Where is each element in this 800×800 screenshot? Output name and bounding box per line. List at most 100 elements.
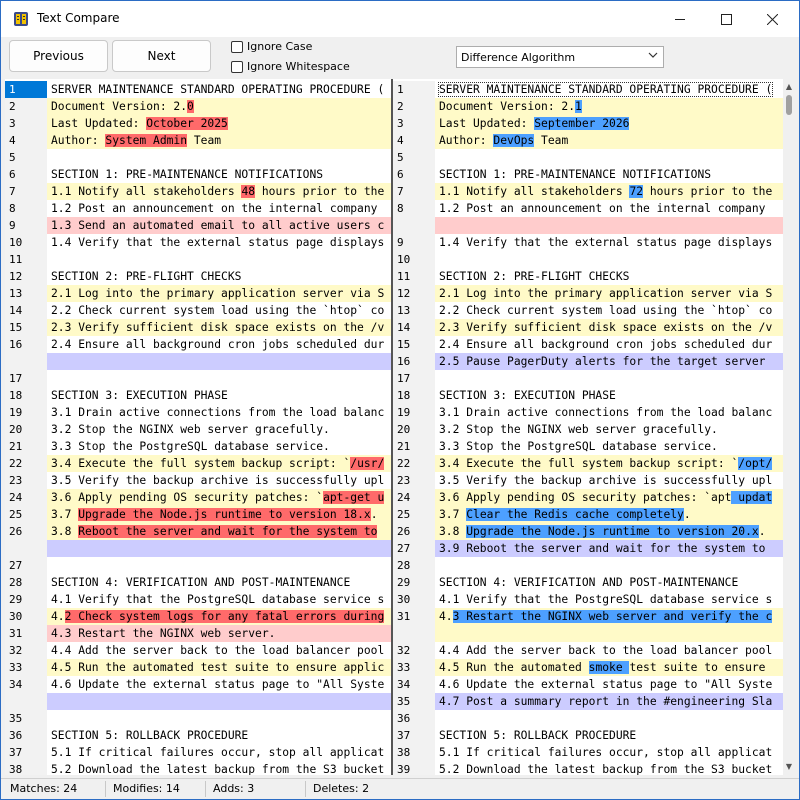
left-line-row[interactable]: 32 4.4 Add the server back to the load ba… [5,642,392,659]
left-line-row[interactable]: 26 3.8 Reboot the server and wait for the… [5,523,392,540]
left-line-row[interactable]: 37 5.1 If critical failures occur, stop a… [5,744,392,761]
right-line-row[interactable] [393,217,783,234]
right-line-row[interactable]: 26 3.8 Upgrade the Node.js runtime to ver… [393,523,783,540]
right-line-row[interactable]: 3 Last Updated: September 2026 [393,115,783,132]
right-line-row[interactable]: 27 3.9 Reboot the server and wait for the… [393,540,783,557]
right-line-row[interactable]: 20 3.2 Stop the NGINX web server graceful… [393,421,783,438]
left-line-row[interactable]: 6 SECTION 1: PRE-MAINTENANCE NOTIFICATION… [5,166,392,183]
right-line-row[interactable]: 38 5.1 If critical failures occur, stop a… [393,744,783,761]
right-line-row[interactable]: 17 [393,370,783,387]
left-text-pane[interactable]: 1 SERVER MAINTENANCE STANDARD OPERATING P… [5,79,392,775]
left-line-row[interactable]: 14 2.2 Check current system load using th… [5,302,392,319]
right-line-row[interactable]: 9 1.4 Verify that the external status pag… [393,234,783,251]
ignore-whitespace-checkbox-box[interactable] [231,60,243,73]
left-line-row[interactable]: 12 SECTION 2: PRE-FLIGHT CHECKS [5,268,392,285]
left-line-row[interactable]: 30 4.2 Check system logs for any fatal er… [5,608,392,625]
vertical-scrollbar[interactable]: ▲ ▼ [783,79,795,775]
maximize-button[interactable] [703,1,749,37]
right-line-row[interactable]: 10 [393,251,783,268]
left-line-row[interactable]: 23 3.5 Verify the backup archive is succe… [5,472,392,489]
right-line-row[interactable]: 29 SECTION 4: VERIFICATION AND POST-MAINT… [393,574,783,591]
left-line-row[interactable]: 7 1.1 Notify all stakeholders 48 hours pr… [5,183,392,200]
right-line-row[interactable]: 22 3.4 Execute the full system backup scr… [393,455,783,472]
left-line-row[interactable]: 4 Author: System Admin Team [5,132,392,149]
right-line-row[interactable]: 4 Author: DevOps Team [393,132,783,149]
left-line-row[interactable]: 22 3.4 Execute the full system backup scr… [5,455,392,472]
algorithm-select[interactable]: Difference Algorithm [456,46,664,68]
left-line-row[interactable]: 34 4.6 Update the external status page to… [5,676,392,693]
left-line-row[interactable]: 13 2.1 Log into the primary application s… [5,285,392,302]
right-line-row[interactable]: 25 3.7 Clear the Redis cache completely. [393,506,783,523]
left-line-row[interactable]: 5 [5,149,392,166]
scroll-down-icon[interactable]: ▼ [783,761,795,773]
right-text-pane[interactable]: 1 SERVER MAINTENANCE STANDARD OPERATING P… [393,79,783,775]
left-line-row[interactable]: 20 3.2 Stop the NGINX web server graceful… [5,421,392,438]
right-line-row[interactable]: 31 4.3 Restart the NGINX web server and v… [393,608,783,625]
left-line-row[interactable]: 11 [5,251,392,268]
left-line-row[interactable]: 33 4.5 Run the automated test suite to en… [5,659,392,676]
left-line-row[interactable]: 19 3.1 Drain active connections from the … [5,404,392,421]
left-line-row[interactable]: 27 [5,557,392,574]
left-line-row[interactable]: 31 4.3 Restart the NGINX web server. [5,625,392,642]
next-button[interactable]: Next [112,40,211,72]
left-line-row[interactable]: 2 Document Version: 2.0 [5,98,392,115]
right-line-row[interactable]: 21 3.3 Stop the PostgreSQL database servi… [393,438,783,455]
right-line-row[interactable]: 14 2.3 Verify sufficient disk space exist… [393,319,783,336]
left-line-row[interactable]: 3 Last Updated: October 2025 [5,115,392,132]
left-line-row[interactable]: 18 SECTION 3: EXECUTION PHASE [5,387,392,404]
right-line-row[interactable]: 13 2.2 Check current system load using th… [393,302,783,319]
left-line-row[interactable]: 1 SERVER MAINTENANCE STANDARD OPERATING P… [5,81,392,98]
ignore-case-checkbox[interactable]: Ignore Case [231,40,312,53]
right-line-row[interactable]: 19 3.1 Drain active connections from the … [393,404,783,421]
ignore-case-checkbox-box[interactable] [231,40,243,53]
right-line-row[interactable]: 6 SECTION 1: PRE-MAINTENANCE NOTIFICATION… [393,166,783,183]
right-line-row[interactable]: 34 4.6 Update the external status page to… [393,676,783,693]
right-line-row[interactable]: 8 1.2 Post an announcement on the interna… [393,200,783,217]
left-line-row[interactable] [5,540,392,557]
left-line-row[interactable]: 10 1.4 Verify that the external status pa… [5,234,392,251]
right-line-row[interactable]: 24 3.6 Apply pending OS security patches:… [393,489,783,506]
left-line-row[interactable] [5,353,392,370]
right-line-row[interactable]: 16 2.5 Pause PagerDuty alerts for the tar… [393,353,783,370]
left-line-row[interactable]: 21 3.3 Stop the PostgreSQL database servi… [5,438,392,455]
right-line-row[interactable]: 30 4.1 Verify that the PostgreSQL databas… [393,591,783,608]
minimize-button[interactable] [657,1,703,37]
right-line-row[interactable]: 15 2.4 Ensure all background cron jobs sc… [393,336,783,353]
right-line-row[interactable] [393,625,783,642]
right-line-row[interactable]: 32 4.4 Add the server back to the load ba… [393,642,783,659]
right-line-number: 4 [393,132,435,149]
right-line-row[interactable]: 12 2.1 Log into the primary application s… [393,285,783,302]
left-line-row[interactable]: 24 3.6 Apply pending OS security patches:… [5,489,392,506]
left-line-row[interactable] [5,693,392,710]
right-line-row[interactable]: 36 [393,710,783,727]
left-line-row[interactable]: 8 1.2 Post an announcement on the interna… [5,200,392,217]
right-line-row[interactable]: 35 4.7 Post a summary report in the #engi… [393,693,783,710]
right-line-row[interactable]: 23 3.5 Verify the backup archive is succe… [393,472,783,489]
right-line-row[interactable]: 18 SECTION 3: EXECUTION PHASE [393,387,783,404]
ignore-whitespace-checkbox[interactable]: Ignore Whitespace [231,60,350,73]
right-line-row[interactable]: 11 SECTION 2: PRE-FLIGHT CHECKS [393,268,783,285]
left-line-row[interactable]: 9 1.3 Send an automated email to all acti… [5,217,392,234]
text-compare-window: Text Compare Previous Next Ignore Case I… [0,0,800,800]
left-line-row[interactable]: 38 5.2 Download the latest backup from th… [5,761,392,775]
close-button[interactable] [749,1,795,37]
right-line-row[interactable]: 5 [393,149,783,166]
right-line-row[interactable]: 37 SECTION 5: ROLLBACK PROCEDURE [393,727,783,744]
left-line-row[interactable]: 16 2.4 Ensure all background cron jobs sc… [5,336,392,353]
right-line-row[interactable]: 28 [393,557,783,574]
left-line-row[interactable]: 29 4.1 Verify that the PostgreSQL databas… [5,591,392,608]
left-line-row[interactable]: 28 SECTION 4: VERIFICATION AND POST-MAINT… [5,574,392,591]
right-line-row[interactable]: 39 5.2 Download the latest backup from th… [393,761,783,775]
left-line-row[interactable]: 36 SECTION 5: ROLLBACK PROCEDURE [5,727,392,744]
scrollbar-thumb[interactable] [786,95,792,115]
left-line-row[interactable]: 15 2.3 Verify sufficient disk space exist… [5,319,392,336]
right-line-row[interactable]: 2 Document Version: 2.1 [393,98,783,115]
right-line-row[interactable]: 33 4.5 Run the automated smoke test suite… [393,659,783,676]
right-line-row[interactable]: 1 SERVER MAINTENANCE STANDARD OPERATING P… [393,81,783,98]
left-line-row[interactable]: 17 [5,370,392,387]
left-line-row[interactable]: 25 3.7 Upgrade the Node.js runtime to ver… [5,506,392,523]
scroll-up-icon[interactable]: ▲ [783,81,795,93]
left-line-row[interactable]: 35 [5,710,392,727]
right-line-row[interactable]: 7 1.1 Notify all stakeholders 72 hours pr… [393,183,783,200]
previous-button[interactable]: Previous [9,40,108,72]
